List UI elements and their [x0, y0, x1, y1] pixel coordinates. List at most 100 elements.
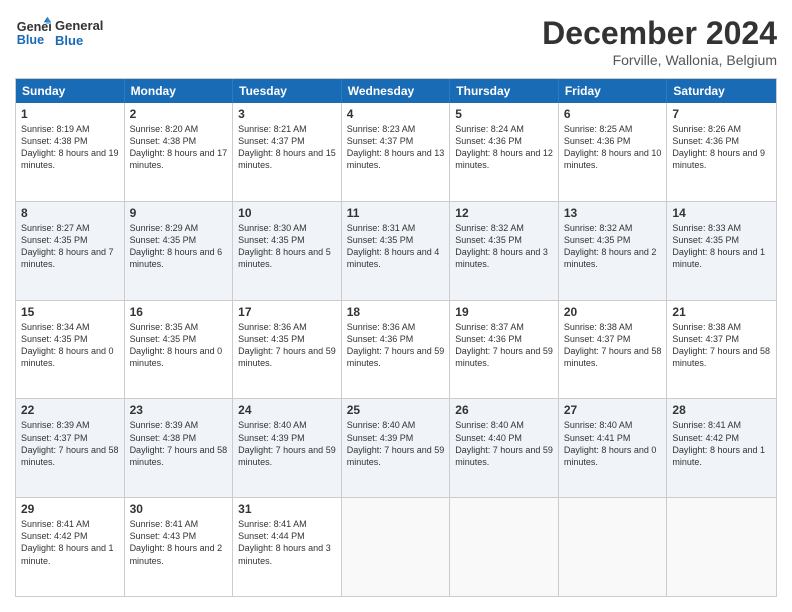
day-info: Sunrise: 8:40 AM Sunset: 4:41 PM Dayligh…	[564, 419, 662, 468]
calendar-header: SundayMondayTuesdayWednesdayThursdayFrid…	[16, 79, 776, 103]
title-section: December 2024 Forville, Wallonia, Belgiu…	[542, 15, 777, 68]
day-info: Sunrise: 8:36 AM Sunset: 4:36 PM Dayligh…	[347, 321, 445, 370]
day-cell-16: 16 Sunrise: 8:35 AM Sunset: 4:35 PM Dayl…	[125, 301, 234, 399]
day-info: Sunrise: 8:37 AM Sunset: 4:36 PM Dayligh…	[455, 321, 553, 370]
header: General Blue General Blue December 2024 …	[15, 15, 777, 68]
day-number: 13	[564, 206, 662, 220]
day-cell-7: 7 Sunrise: 8:26 AM Sunset: 4:36 PM Dayli…	[667, 103, 776, 201]
day-info: Sunrise: 8:38 AM Sunset: 4:37 PM Dayligh…	[672, 321, 771, 370]
day-cell-9: 9 Sunrise: 8:29 AM Sunset: 4:35 PM Dayli…	[125, 202, 234, 300]
day-number: 24	[238, 403, 336, 417]
day-info: Sunrise: 8:27 AM Sunset: 4:35 PM Dayligh…	[21, 222, 119, 271]
day-cell-8: 8 Sunrise: 8:27 AM Sunset: 4:35 PM Dayli…	[16, 202, 125, 300]
day-cell-3: 3 Sunrise: 8:21 AM Sunset: 4:37 PM Dayli…	[233, 103, 342, 201]
empty-cell	[667, 498, 776, 596]
location-subtitle: Forville, Wallonia, Belgium	[542, 52, 777, 68]
day-header-saturday: Saturday	[667, 79, 776, 103]
day-info: Sunrise: 8:39 AM Sunset: 4:37 PM Dayligh…	[21, 419, 119, 468]
day-cell-26: 26 Sunrise: 8:40 AM Sunset: 4:40 PM Dayl…	[450, 399, 559, 497]
day-number: 14	[672, 206, 771, 220]
day-info: Sunrise: 8:40 AM Sunset: 4:39 PM Dayligh…	[238, 419, 336, 468]
day-info: Sunrise: 8:21 AM Sunset: 4:37 PM Dayligh…	[238, 123, 336, 172]
day-cell-21: 21 Sunrise: 8:38 AM Sunset: 4:37 PM Dayl…	[667, 301, 776, 399]
day-cell-4: 4 Sunrise: 8:23 AM Sunset: 4:37 PM Dayli…	[342, 103, 451, 201]
day-info: Sunrise: 8:41 AM Sunset: 4:43 PM Dayligh…	[130, 518, 228, 567]
day-info: Sunrise: 8:33 AM Sunset: 4:35 PM Dayligh…	[672, 222, 771, 271]
day-info: Sunrise: 8:41 AM Sunset: 4:42 PM Dayligh…	[672, 419, 771, 468]
day-number: 2	[130, 107, 228, 121]
day-info: Sunrise: 8:32 AM Sunset: 4:35 PM Dayligh…	[564, 222, 662, 271]
day-info: Sunrise: 8:38 AM Sunset: 4:37 PM Dayligh…	[564, 321, 662, 370]
logo: General Blue General Blue	[15, 15, 103, 51]
day-info: Sunrise: 8:31 AM Sunset: 4:35 PM Dayligh…	[347, 222, 445, 271]
day-info: Sunrise: 8:23 AM Sunset: 4:37 PM Dayligh…	[347, 123, 445, 172]
day-info: Sunrise: 8:19 AM Sunset: 4:38 PM Dayligh…	[21, 123, 119, 172]
day-number: 30	[130, 502, 228, 516]
day-cell-27: 27 Sunrise: 8:40 AM Sunset: 4:41 PM Dayl…	[559, 399, 668, 497]
day-info: Sunrise: 8:40 AM Sunset: 4:40 PM Dayligh…	[455, 419, 553, 468]
day-number: 18	[347, 305, 445, 319]
calendar-row-4: 22 Sunrise: 8:39 AM Sunset: 4:37 PM Dayl…	[16, 398, 776, 497]
day-number: 17	[238, 305, 336, 319]
day-number: 8	[21, 206, 119, 220]
day-cell-18: 18 Sunrise: 8:36 AM Sunset: 4:36 PM Dayl…	[342, 301, 451, 399]
day-number: 6	[564, 107, 662, 121]
day-number: 20	[564, 305, 662, 319]
day-cell-6: 6 Sunrise: 8:25 AM Sunset: 4:36 PM Dayli…	[559, 103, 668, 201]
day-number: 29	[21, 502, 119, 516]
day-cell-23: 23 Sunrise: 8:39 AM Sunset: 4:38 PM Dayl…	[125, 399, 234, 497]
day-number: 16	[130, 305, 228, 319]
day-number: 26	[455, 403, 553, 417]
day-number: 15	[21, 305, 119, 319]
day-cell-13: 13 Sunrise: 8:32 AM Sunset: 4:35 PM Dayl…	[559, 202, 668, 300]
day-info: Sunrise: 8:29 AM Sunset: 4:35 PM Dayligh…	[130, 222, 228, 271]
day-cell-12: 12 Sunrise: 8:32 AM Sunset: 4:35 PM Dayl…	[450, 202, 559, 300]
day-number: 27	[564, 403, 662, 417]
day-cell-25: 25 Sunrise: 8:40 AM Sunset: 4:39 PM Dayl…	[342, 399, 451, 497]
empty-cell	[559, 498, 668, 596]
day-header-monday: Monday	[125, 79, 234, 103]
svg-text:Blue: Blue	[17, 33, 44, 47]
day-cell-31: 31 Sunrise: 8:41 AM Sunset: 4:44 PM Dayl…	[233, 498, 342, 596]
calendar-row-1: 1 Sunrise: 8:19 AM Sunset: 4:38 PM Dayli…	[16, 103, 776, 201]
day-header-friday: Friday	[559, 79, 668, 103]
month-year-title: December 2024	[542, 15, 777, 52]
day-number: 10	[238, 206, 336, 220]
day-cell-22: 22 Sunrise: 8:39 AM Sunset: 4:37 PM Dayl…	[16, 399, 125, 497]
empty-cell	[450, 498, 559, 596]
day-cell-29: 29 Sunrise: 8:41 AM Sunset: 4:42 PM Dayl…	[16, 498, 125, 596]
day-info: Sunrise: 8:41 AM Sunset: 4:42 PM Dayligh…	[21, 518, 119, 567]
day-cell-5: 5 Sunrise: 8:24 AM Sunset: 4:36 PM Dayli…	[450, 103, 559, 201]
day-number: 12	[455, 206, 553, 220]
day-number: 5	[455, 107, 553, 121]
day-info: Sunrise: 8:35 AM Sunset: 4:35 PM Dayligh…	[130, 321, 228, 370]
empty-cell	[342, 498, 451, 596]
day-number: 31	[238, 502, 336, 516]
day-cell-15: 15 Sunrise: 8:34 AM Sunset: 4:35 PM Dayl…	[16, 301, 125, 399]
day-info: Sunrise: 8:25 AM Sunset: 4:36 PM Dayligh…	[564, 123, 662, 172]
calendar-body: 1 Sunrise: 8:19 AM Sunset: 4:38 PM Dayli…	[16, 103, 776, 596]
day-cell-24: 24 Sunrise: 8:40 AM Sunset: 4:39 PM Dayl…	[233, 399, 342, 497]
day-number: 19	[455, 305, 553, 319]
calendar: SundayMondayTuesdayWednesdayThursdayFrid…	[15, 78, 777, 597]
day-info: Sunrise: 8:40 AM Sunset: 4:39 PM Dayligh…	[347, 419, 445, 468]
day-number: 23	[130, 403, 228, 417]
day-number: 9	[130, 206, 228, 220]
day-number: 22	[21, 403, 119, 417]
day-header-wednesday: Wednesday	[342, 79, 451, 103]
day-cell-19: 19 Sunrise: 8:37 AM Sunset: 4:36 PM Dayl…	[450, 301, 559, 399]
calendar-row-3: 15 Sunrise: 8:34 AM Sunset: 4:35 PM Dayl…	[16, 300, 776, 399]
day-cell-17: 17 Sunrise: 8:36 AM Sunset: 4:35 PM Dayl…	[233, 301, 342, 399]
day-header-tuesday: Tuesday	[233, 79, 342, 103]
day-number: 4	[347, 107, 445, 121]
day-info: Sunrise: 8:24 AM Sunset: 4:36 PM Dayligh…	[455, 123, 553, 172]
day-cell-1: 1 Sunrise: 8:19 AM Sunset: 4:38 PM Dayli…	[16, 103, 125, 201]
day-cell-14: 14 Sunrise: 8:33 AM Sunset: 4:35 PM Dayl…	[667, 202, 776, 300]
day-info: Sunrise: 8:36 AM Sunset: 4:35 PM Dayligh…	[238, 321, 336, 370]
day-info: Sunrise: 8:39 AM Sunset: 4:38 PM Dayligh…	[130, 419, 228, 468]
day-number: 21	[672, 305, 771, 319]
day-number: 1	[21, 107, 119, 121]
logo-general: General	[55, 18, 103, 33]
day-header-sunday: Sunday	[16, 79, 125, 103]
day-info: Sunrise: 8:30 AM Sunset: 4:35 PM Dayligh…	[238, 222, 336, 271]
